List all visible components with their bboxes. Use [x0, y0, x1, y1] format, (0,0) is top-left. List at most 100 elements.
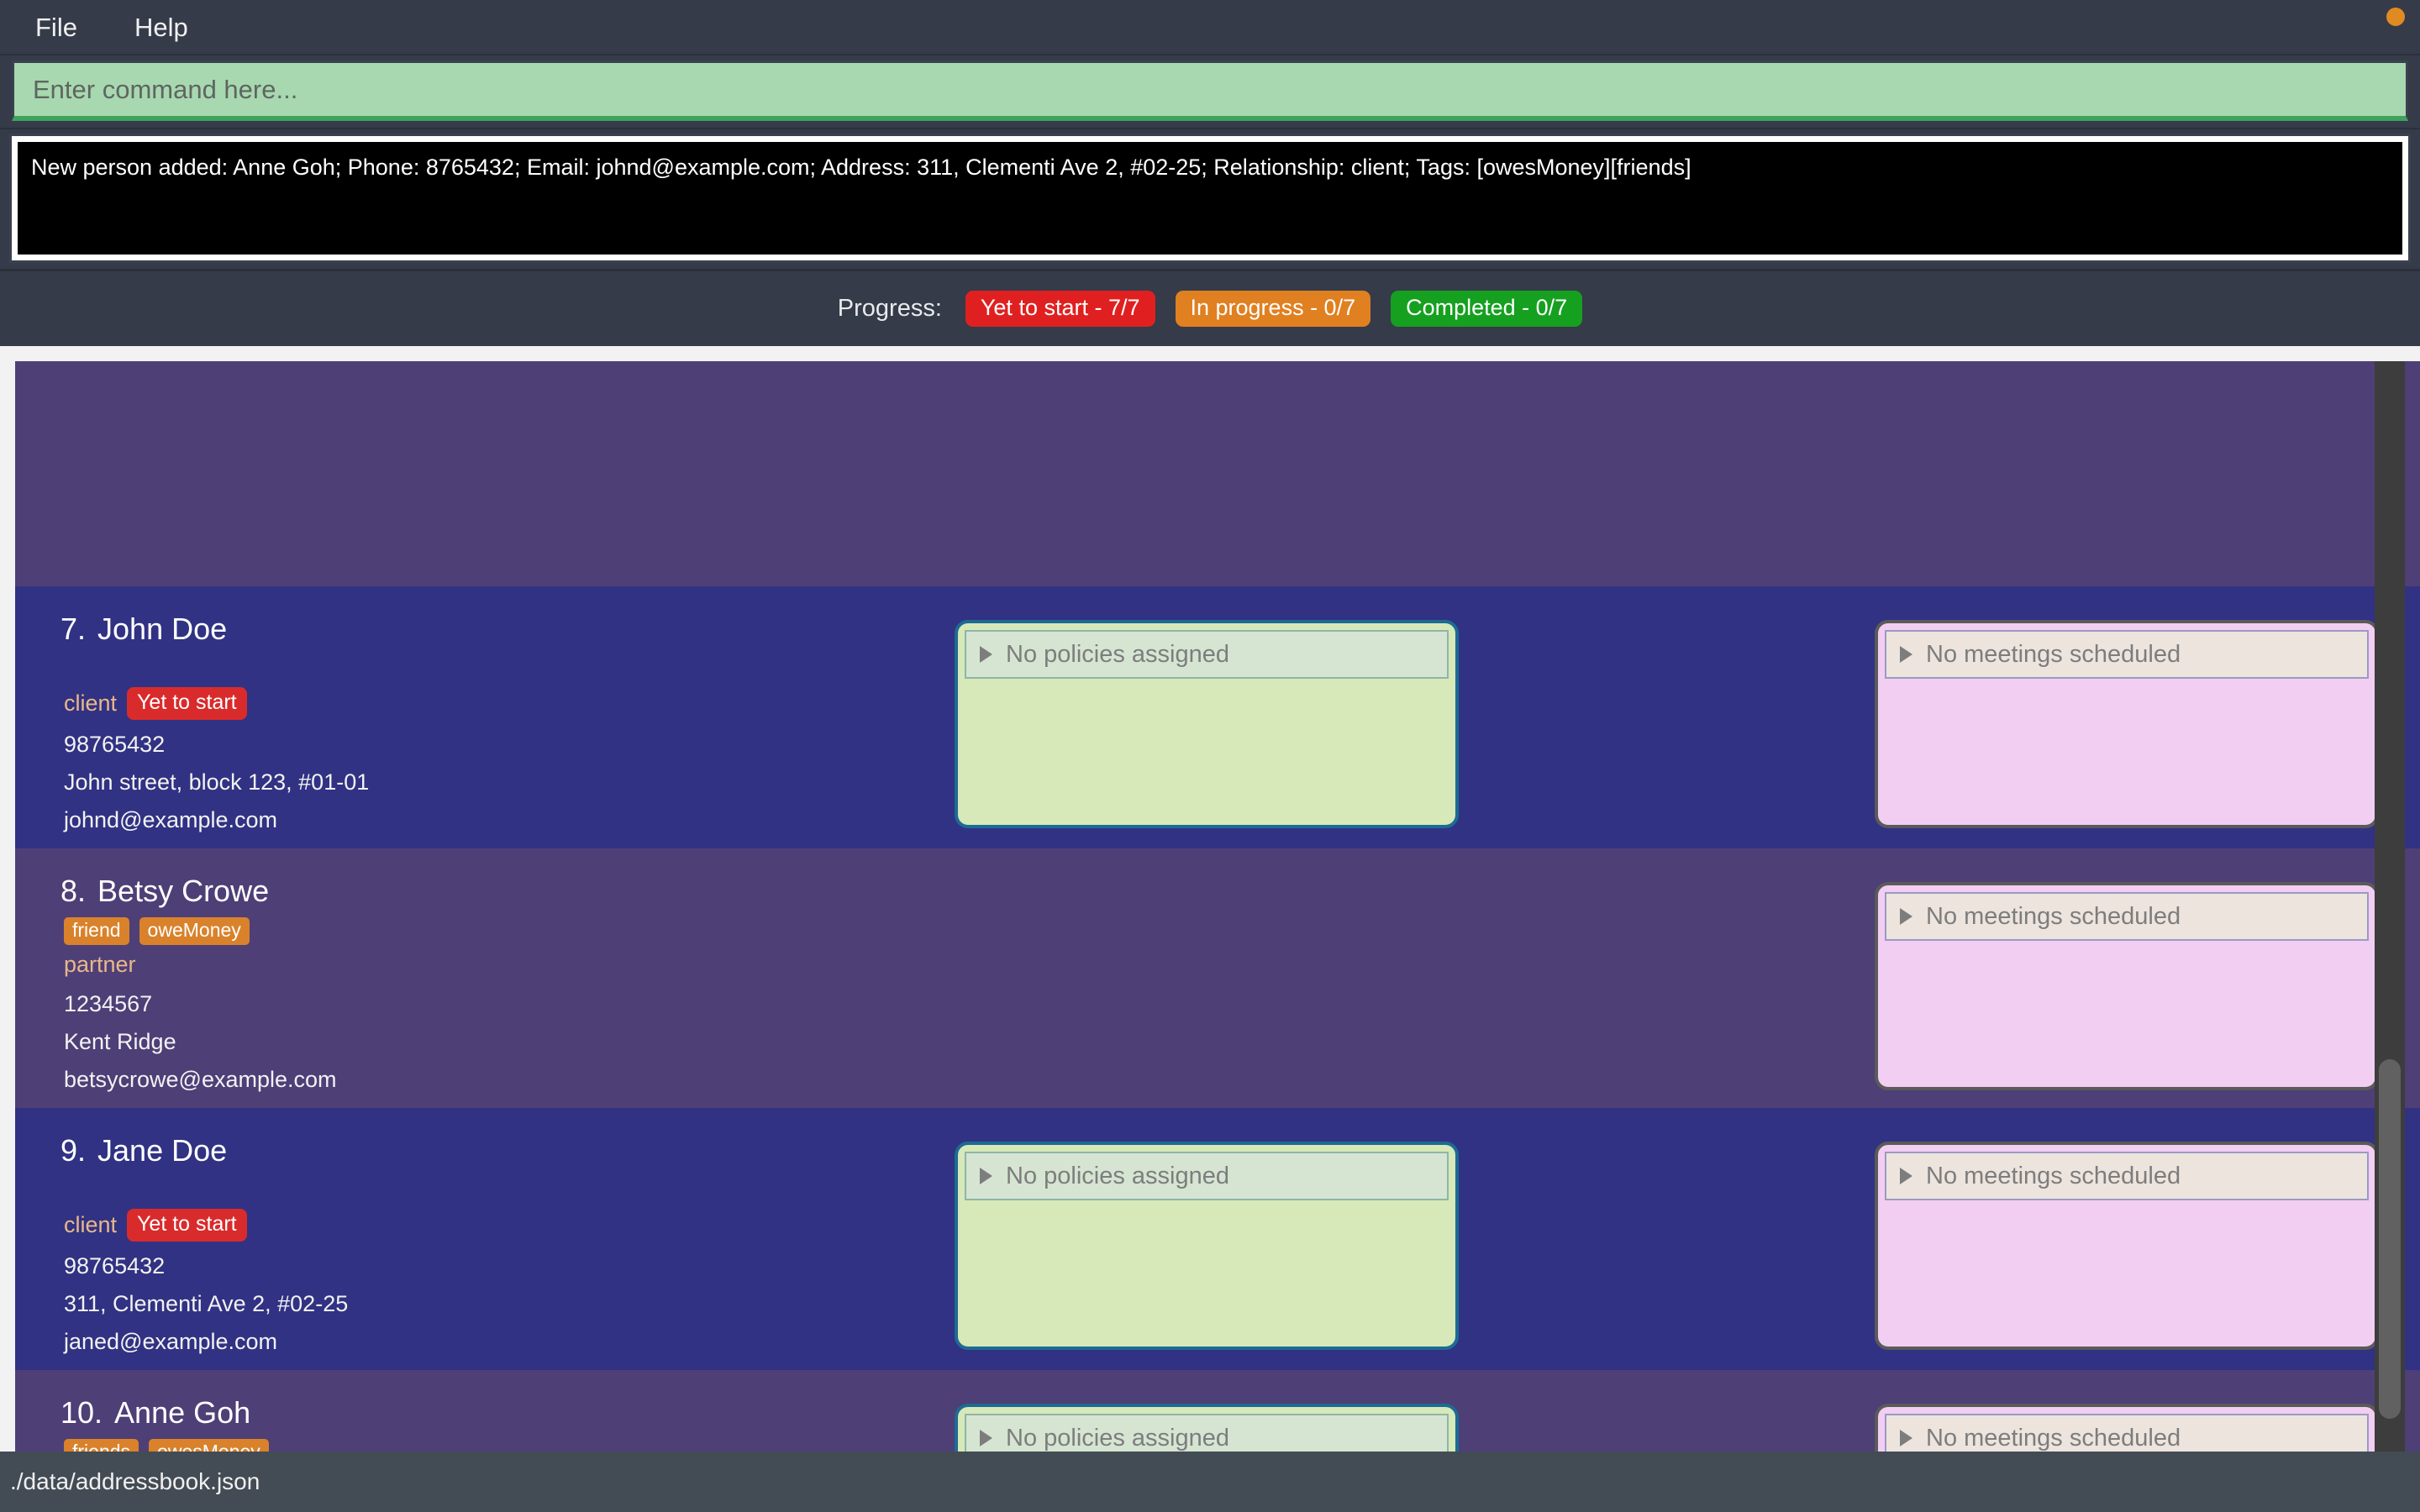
- meetings-panel-container: No meetings scheduled: [1875, 1385, 2379, 1452]
- person-email: betsycrowe@example.com: [64, 1067, 939, 1093]
- meetings-panel-label: No meetings scheduled: [1926, 1426, 2181, 1451]
- person-name-line: 9. Jane Doe: [60, 1133, 939, 1168]
- person-phone: 98765432: [64, 1253, 939, 1279]
- triangle-right-icon[interactable]: [980, 1430, 992, 1446]
- person-name: John Doe: [97, 612, 227, 646]
- policies-panel-header[interactable]: No policies assigned: [965, 1152, 1449, 1200]
- meetings-panel-container: No meetings scheduled: [1875, 601, 2379, 828]
- menu-bar: File Help: [0, 0, 2420, 54]
- person-card-details: 8.Betsy Crowe friend oweMoney partner 12…: [15, 864, 939, 1093]
- status-bar-path: ./data/addressbook.json: [10, 1468, 260, 1495]
- person-relationship: partner: [64, 953, 136, 976]
- list-scrollbar-thumb[interactable]: [2379, 1059, 2401, 1419]
- person-tag-row: friend oweMoney: [64, 916, 939, 946]
- triangle-right-icon[interactable]: [1900, 908, 1912, 925]
- meetings-panel-header[interactable]: No meetings scheduled: [1885, 1414, 2369, 1452]
- meetings-panel-header[interactable]: No meetings scheduled: [1885, 1152, 2369, 1200]
- window-dot-icon[interactable]: [2386, 8, 2405, 26]
- person-email: janed@example.com: [64, 1329, 939, 1355]
- person-list[interactable]: 7.John Doe client Yet to start 98765432 …: [15, 361, 2420, 1452]
- person-tag-row: friends owesMoney: [64, 1437, 939, 1452]
- meetings-panel[interactable]: No meetings scheduled: [1875, 1142, 2379, 1350]
- meetings-panel-label: No meetings scheduled: [1926, 643, 2181, 667]
- list-item[interactable]: [15, 361, 2420, 586]
- menu-item-help[interactable]: Help: [121, 11, 202, 44]
- policies-panel[interactable]: No policies assigned: [955, 620, 1459, 828]
- person-address: Kent Ridge: [64, 1029, 939, 1055]
- policies-panel-header[interactable]: No policies assigned: [965, 630, 1449, 679]
- command-input[interactable]: Enter command here...: [12, 60, 2408, 121]
- meetings-panel[interactable]: No meetings scheduled: [1875, 620, 2379, 828]
- policies-panel-container: No policies assigned: [955, 1385, 1459, 1452]
- person-name: Jane Doe: [97, 1133, 227, 1168]
- person-index: 9.: [60, 1133, 86, 1168]
- person-phone: 98765432: [64, 732, 939, 758]
- command-input-container: Enter command here...: [0, 54, 2420, 129]
- menu-item-file[interactable]: File: [22, 11, 91, 44]
- meetings-panel-header[interactable]: No meetings scheduled: [1885, 630, 2369, 679]
- meetings-panel-label: No meetings scheduled: [1926, 905, 2181, 929]
- list-item[interactable]: 8.Betsy Crowe friend oweMoney partner 12…: [15, 848, 2420, 1108]
- status-bar: ./data/addressbook.json: [0, 1452, 2420, 1512]
- person-list-area: 7.John Doe client Yet to start 98765432 …: [0, 346, 2420, 1452]
- list-item[interactable]: 9.Jane Doe client Yet to start 98765432 …: [15, 1108, 2420, 1370]
- meetings-panel-header[interactable]: No meetings scheduled: [1885, 892, 2369, 941]
- person-email: johnd@example.com: [64, 807, 939, 833]
- progress-label: Progress:: [838, 295, 942, 323]
- person-card-details: [15, 376, 939, 386]
- meetings-panel-label: No meetings scheduled: [1926, 1164, 2181, 1189]
- person-tag-row: [64, 654, 939, 684]
- person-name-line: 7. John Doe: [60, 612, 939, 647]
- triangle-right-icon[interactable]: [980, 646, 992, 663]
- policies-panel-label: No policies assigned: [1006, 643, 1229, 667]
- policies-panel-container: No policies assigned: [955, 1123, 1459, 1350]
- meetings-panel[interactable]: No meetings scheduled: [1875, 882, 2379, 1090]
- triangle-right-icon[interactable]: [1900, 646, 1912, 663]
- status-badge[interactable]: Yet to start: [127, 687, 247, 720]
- person-tag[interactable]: friend: [64, 917, 129, 945]
- person-address: 311, Clementi Ave 2, #02-25: [64, 1291, 939, 1317]
- progress-badge-in-progress[interactable]: In progress - 0/7: [1176, 291, 1371, 327]
- triangle-right-icon[interactable]: [980, 1168, 992, 1184]
- meetings-panel[interactable]: No meetings scheduled: [1875, 1404, 2379, 1452]
- person-index: 10.: [60, 1395, 103, 1430]
- policies-panel-label: No policies assigned: [1006, 1426, 1229, 1451]
- person-index: 8.: [60, 874, 86, 908]
- person-relationship-row: client Yet to start: [64, 687, 939, 720]
- person-tag[interactable]: owesMoney: [149, 1439, 269, 1452]
- result-display[interactable]: New person added: Anne Goh; Phone: 87654…: [12, 136, 2408, 260]
- policies-panel-label: No policies assigned: [1006, 1164, 1229, 1189]
- person-name-line: 10.Anne Goh: [60, 1395, 939, 1431]
- policies-panel-container: [955, 864, 1459, 882]
- progress-summary-bar: Progress: Yet to start - 7/7 In progress…: [0, 269, 2420, 346]
- policies-panel[interactable]: No policies assigned: [955, 1142, 1459, 1350]
- person-tag[interactable]: friends: [64, 1439, 139, 1452]
- meetings-panel-container: No meetings scheduled: [1875, 864, 2379, 1090]
- application-window: File Help Enter command here... New pers…: [0, 0, 2420, 1512]
- person-card-details: 10.Anne Goh friends owesMoney client Yet…: [15, 1385, 939, 1452]
- list-scrollbar[interactable]: [2375, 361, 2405, 1452]
- list-item[interactable]: 10.Anne Goh friends owesMoney client Yet…: [15, 1370, 2420, 1452]
- progress-badge-yet-to-start[interactable]: Yet to start - 7/7: [965, 291, 1155, 327]
- person-address: John street, block 123, #01-01: [64, 769, 939, 795]
- status-badge[interactable]: Yet to start: [127, 1209, 247, 1242]
- person-tag[interactable]: oweMoney: [139, 917, 250, 945]
- triangle-right-icon[interactable]: [1900, 1168, 1912, 1184]
- meetings-panel-container: [1875, 376, 2379, 395]
- policies-panel-header[interactable]: No policies assigned: [965, 1414, 1449, 1452]
- person-card-details: 7.John Doe client Yet to start 98765432 …: [15, 601, 939, 833]
- person-relationship-row: client Yet to start: [64, 1209, 939, 1242]
- meetings-panel-container: No meetings scheduled: [1875, 1123, 2379, 1350]
- policies-panel-container: [955, 376, 1459, 395]
- triangle-right-icon[interactable]: [1900, 1430, 1912, 1446]
- policies-panel[interactable]: No policies assigned: [955, 1404, 1459, 1452]
- progress-badge-completed[interactable]: Completed - 0/7: [1391, 291, 1582, 327]
- result-display-text: New person added: Anne Goh; Phone: 87654…: [31, 154, 2389, 182]
- list-item[interactable]: 7.John Doe client Yet to start 98765432 …: [15, 586, 2420, 848]
- person-relationship: client: [64, 1214, 117, 1236]
- person-relationship: client: [64, 692, 117, 715]
- person-relationship-row: partner: [64, 949, 939, 979]
- person-index: 7.: [60, 612, 86, 646]
- person-tag-row: [64, 1175, 939, 1205]
- person-phone: 1234567: [64, 991, 939, 1017]
